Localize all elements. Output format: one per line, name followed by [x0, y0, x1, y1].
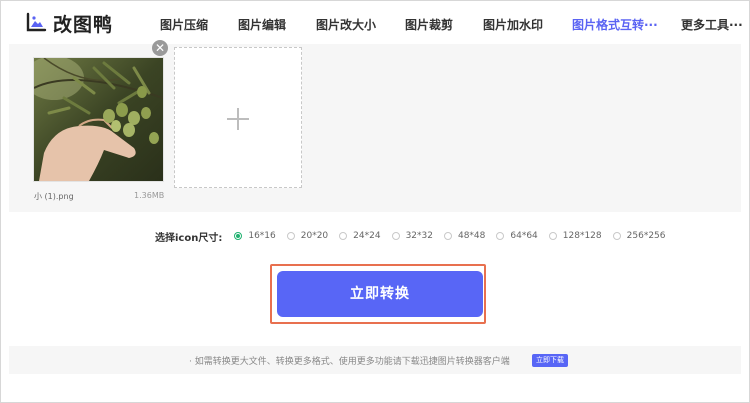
- nav-image-compress[interactable]: 图片压缩: [160, 16, 208, 33]
- add-image-button[interactable]: [174, 47, 302, 188]
- size-option-256[interactable]: 256*256: [612, 231, 666, 241]
- file-size: 1.36MB: [134, 191, 165, 200]
- radio-icon[interactable]: [496, 232, 505, 240]
- radio-icon[interactable]: [443, 232, 452, 240]
- convert-now-button[interactable]: 立即转换: [277, 271, 483, 317]
- icon-size-selector: 选择icon尺寸: 16*16 20*20 24*24 32*32 48*48 …: [155, 229, 677, 244]
- size-option-20[interactable]: 20*20: [286, 231, 329, 241]
- size-option-label: 64*64: [510, 231, 538, 241]
- icon-size-label: 选择icon尺寸:: [155, 232, 223, 244]
- size-option-128[interactable]: 128*128: [548, 231, 602, 241]
- size-option-label: 32*32: [405, 231, 433, 241]
- olive-photo: [34, 58, 163, 181]
- nav-more-tools[interactable]: 更多工具···: [681, 16, 743, 33]
- size-option-label: 24*24: [353, 231, 381, 241]
- remove-image-button[interactable]: ✕: [152, 40, 168, 56]
- size-option-label: 128*128: [562, 231, 602, 241]
- size-option-label: 256*256: [626, 231, 666, 241]
- size-option-label: 20*20: [300, 231, 329, 241]
- size-option-label: 48*48: [457, 231, 486, 241]
- size-option-64[interactable]: 64*64: [496, 231, 538, 241]
- top-header: 改图鸭 图片压缩 图片编辑 图片改大小 图片裁剪 图片加水印 图片格式互转···…: [1, 1, 749, 45]
- plus-icon: [227, 108, 249, 130]
- main-nav: 图片压缩 图片编辑 图片改大小 图片裁剪 图片加水印 图片格式互转··· 更多工…: [1, 1, 749, 45]
- size-option-24[interactable]: 24*24: [339, 231, 381, 241]
- size-option-32[interactable]: 32*32: [391, 231, 433, 241]
- nav-image-watermark[interactable]: 图片加水印: [483, 16, 543, 33]
- nav-image-format-convert[interactable]: 图片格式互转···: [572, 16, 658, 33]
- nav-image-resize[interactable]: 图片改大小: [316, 16, 376, 33]
- radio-icon[interactable]: [286, 232, 295, 240]
- image-thumbnail[interactable]: [33, 57, 164, 182]
- radio-checked-icon[interactable]: [234, 232, 243, 240]
- download-now-button[interactable]: 立即下载: [532, 354, 568, 367]
- nav-image-crop[interactable]: 图片裁剪: [405, 16, 453, 33]
- radio-icon[interactable]: [548, 232, 557, 240]
- radio-icon[interactable]: [339, 232, 348, 240]
- radio-icon[interactable]: [391, 232, 400, 240]
- size-option-48[interactable]: 48*48: [443, 231, 486, 241]
- download-notice-bar: · 如需转换更大文件、转换更多格式、使用更多功能请下载迅捷图片转换器客户端: [9, 346, 741, 374]
- download-notice-text: · 如需转换更大文件、转换更多格式、使用更多功能请下载迅捷图片转换器客户端: [189, 357, 510, 367]
- size-option-label: 16*16: [248, 231, 276, 241]
- size-option-16[interactable]: 16*16: [234, 231, 276, 241]
- radio-icon[interactable]: [612, 232, 621, 240]
- file-name: 小 (1).png: [34, 192, 74, 201]
- nav-image-edit[interactable]: 图片编辑: [238, 16, 286, 33]
